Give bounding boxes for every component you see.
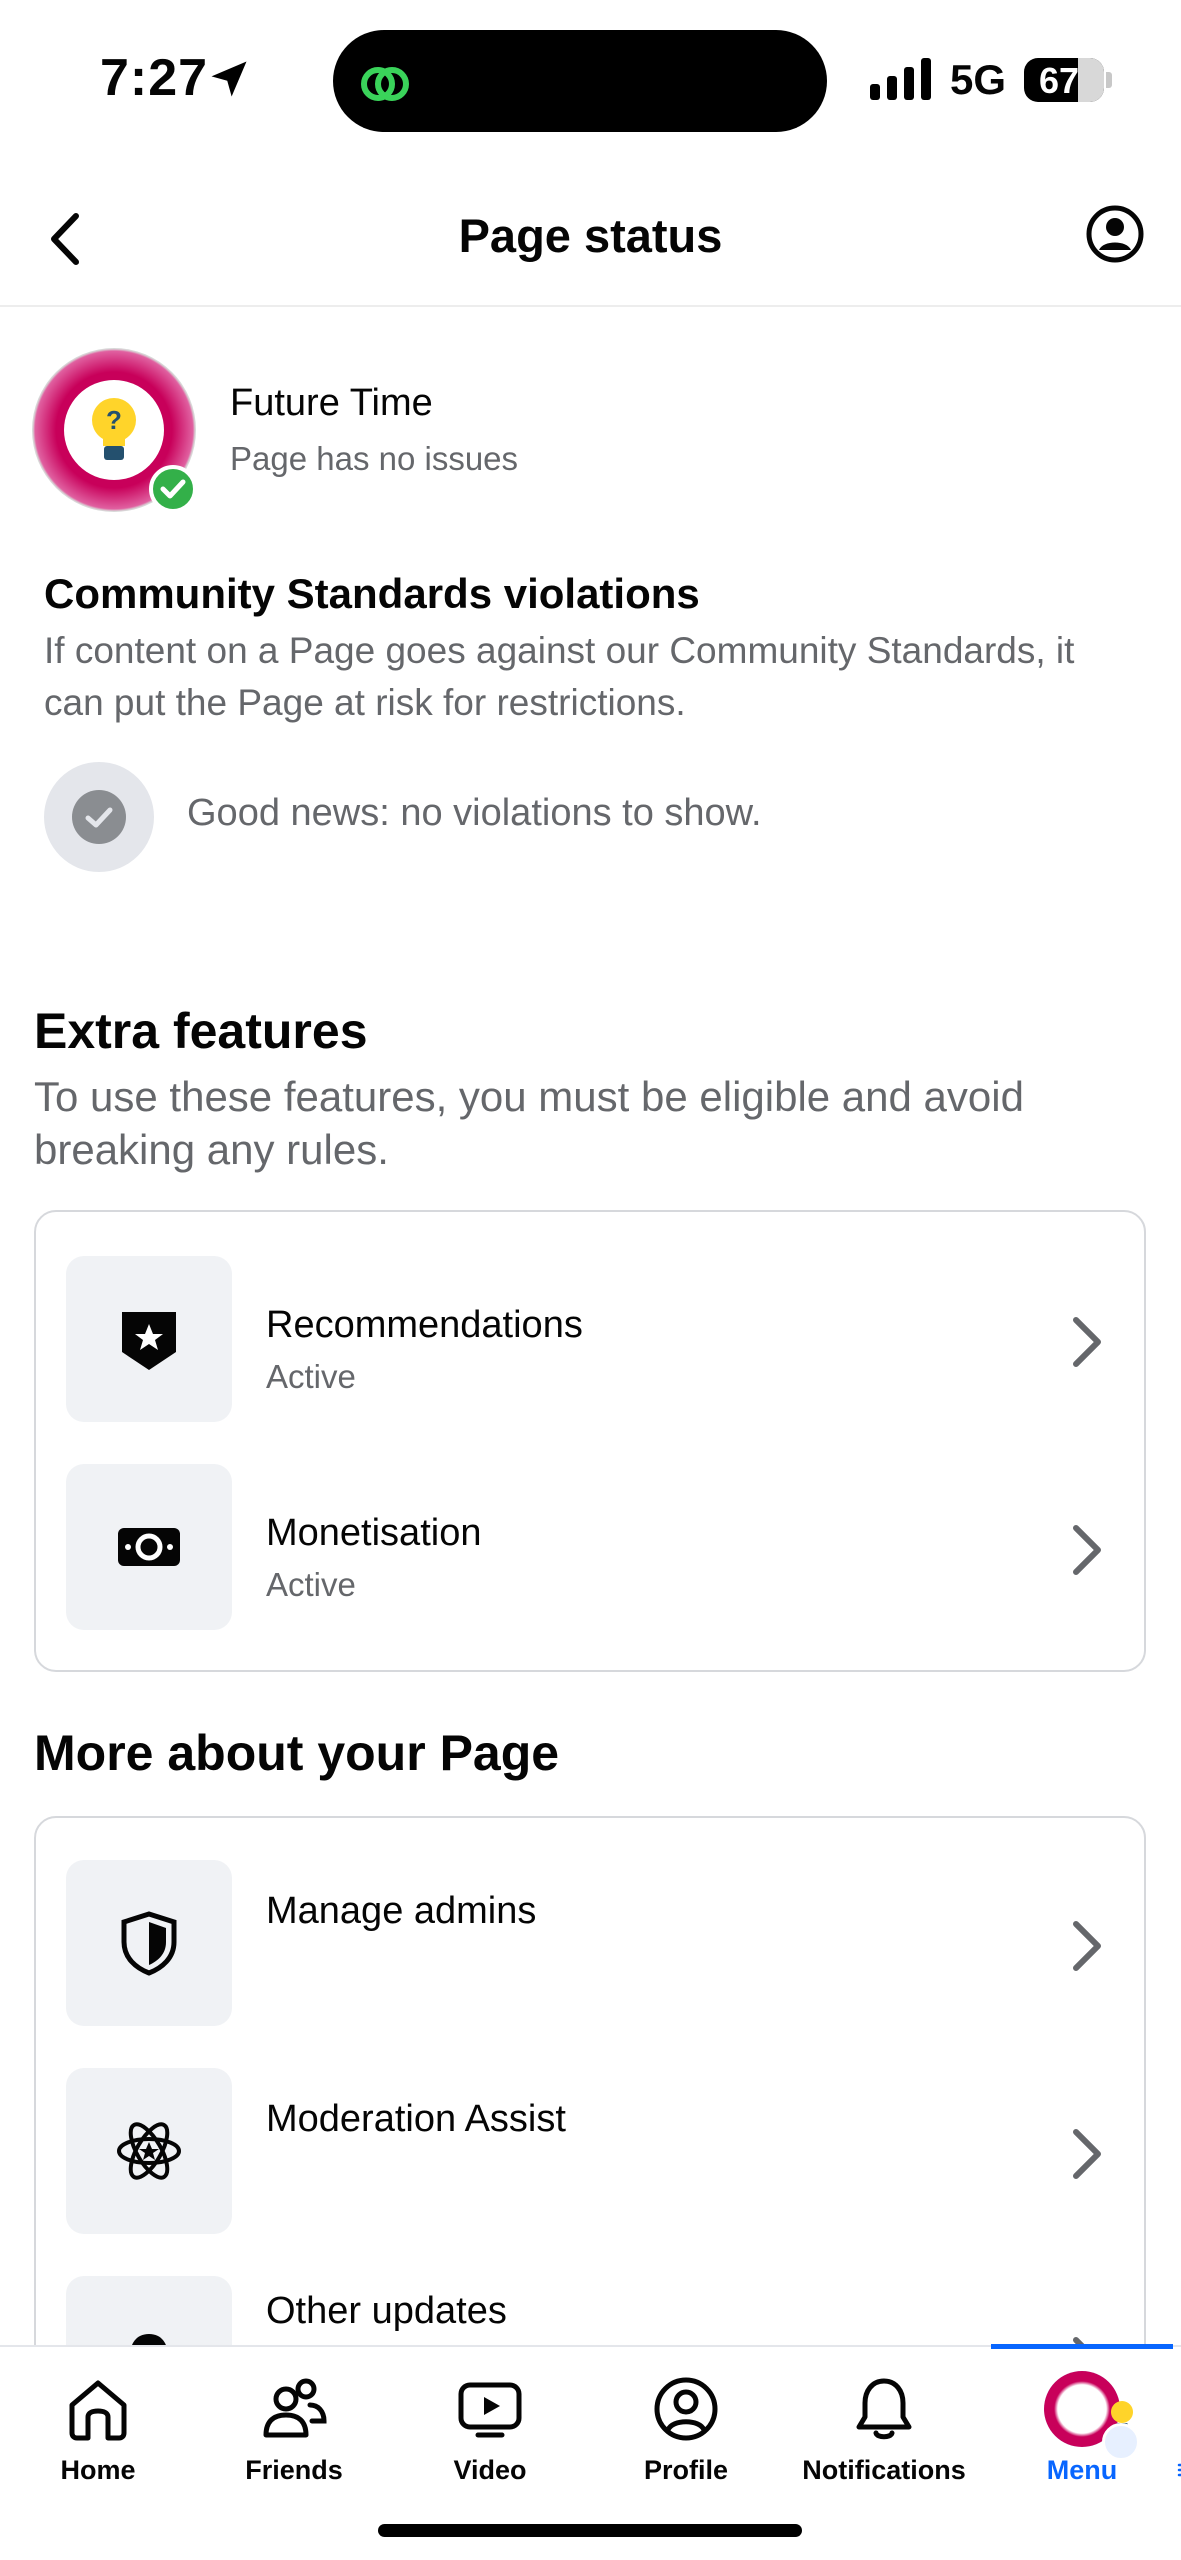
- tab-video[interactable]: Video: [392, 2347, 588, 2497]
- chevron-right-icon: [1073, 1525, 1101, 1575]
- friends-icon: [263, 2378, 327, 2438]
- tab-notifications-label: Notifications: [802, 2455, 966, 2485]
- manage-admins-icon-tile: [66, 1860, 232, 2026]
- tab-friends[interactable]: Friends: [196, 2347, 392, 2497]
- check-icon: [160, 479, 186, 499]
- header-bar: Page status: [0, 180, 1181, 307]
- bell-icon: [856, 2378, 912, 2440]
- no-violations-icon: [44, 762, 154, 872]
- active-tab-indicator: [991, 2344, 1173, 2349]
- status-bar: 7:27 5G 67: [0, 0, 1181, 150]
- check-icon: [85, 807, 113, 828]
- community-standards-title: Community Standards violations: [44, 570, 700, 617]
- chevron-right-icon: [1073, 1317, 1101, 1367]
- tab-profile[interactable]: Profile: [588, 2347, 784, 2497]
- page-title: Page status: [458, 209, 723, 262]
- dynamic-island: [333, 30, 827, 132]
- moderation-assist-icon-tile: [66, 2068, 232, 2234]
- avatar-image: ?: [64, 380, 164, 480]
- monetisation-icon-tile: [66, 1464, 232, 1630]
- monetisation-status: Active: [266, 1566, 356, 1603]
- more-about-page-title: More about your Page: [34, 1725, 560, 1781]
- recommendations-row[interactable]: Recommendations Active: [36, 1256, 1144, 1426]
- extra-features-description: To use these features, you must be eligi…: [34, 1073, 1024, 1173]
- no-violations-text: Good news: no violations to show.: [187, 792, 762, 834]
- community-standards-description: If content on a Page goes against our Co…: [44, 630, 1075, 723]
- shield-icon: [121, 1911, 177, 1976]
- shield-star-icon: [122, 1312, 176, 1370]
- moderation-assist-label: Moderation Assist: [266, 2098, 566, 2140]
- network-type: 5G: [950, 56, 1007, 103]
- verified-check-badge: [149, 465, 197, 513]
- battery-percent: 67: [1038, 60, 1080, 101]
- monetisation-row[interactable]: Monetisation Active: [36, 1464, 1144, 1634]
- recommendations-icon-tile: [66, 1256, 232, 1422]
- chevron-right-icon: [1073, 1921, 1101, 1971]
- battery-icon: 67: [1024, 58, 1104, 102]
- extra-features-title: Extra features: [34, 1003, 368, 1059]
- tab-friends-label: Friends: [245, 2455, 343, 2485]
- recommendations-label: Recommendations: [266, 1304, 583, 1346]
- page-status-screen: 7:27 5G 67 Page status ? Future Time Pag…: [0, 0, 1181, 2560]
- lightbulb-icon: ?: [92, 398, 136, 460]
- status-time: 7:27: [100, 49, 209, 107]
- manage-admins-label: Manage admins: [266, 1890, 537, 1932]
- check-circle-icon: [72, 790, 126, 844]
- page-avatar[interactable]: ?: [32, 348, 200, 516]
- page-name: Future Time: [230, 382, 433, 424]
- profile-icon: [654, 2377, 718, 2441]
- tab-menu[interactable]: Menu: [984, 2347, 1181, 2497]
- tab-home[interactable]: Home: [0, 2347, 196, 2497]
- location-arrow-icon: [211, 61, 247, 97]
- link-rings-icon: [361, 67, 409, 101]
- chevron-right-icon: [1073, 2129, 1101, 2179]
- more-about-page-card: Manage admins Moderation Assist Other up…: [34, 1816, 1146, 2442]
- tab-video-label: Video: [453, 2455, 527, 2485]
- video-icon: [458, 2382, 522, 2438]
- other-updates-label: Other updates: [266, 2290, 507, 2332]
- account-icon[interactable]: [1085, 204, 1145, 264]
- page-health-status: Page has no issues: [230, 440, 519, 477]
- moderation-assist-row[interactable]: Moderation Assist: [36, 2068, 1144, 2238]
- signal-bars-icon: [870, 58, 931, 100]
- battery-cap: [1106, 72, 1112, 88]
- home-indicator[interactable]: [378, 2524, 802, 2537]
- atom-star-icon: [117, 2122, 181, 2180]
- svg-text:?: ?: [106, 405, 122, 435]
- money-icon: [118, 1528, 180, 1566]
- home-icon: [69, 2380, 127, 2441]
- tab-profile-label: Profile: [643, 2455, 729, 2485]
- monetisation-label: Monetisation: [266, 1512, 482, 1554]
- recommendations-status: Active: [266, 1358, 356, 1395]
- tab-home-label: Home: [60, 2455, 136, 2485]
- tab-menu-label: Menu: [1046, 2455, 1118, 2485]
- manage-admins-row[interactable]: Manage admins: [36, 1860, 1144, 2030]
- extra-features-card: Recommendations Active Monetisation Acti…: [34, 1210, 1146, 1672]
- tab-notifications[interactable]: Notifications: [786, 2347, 982, 2497]
